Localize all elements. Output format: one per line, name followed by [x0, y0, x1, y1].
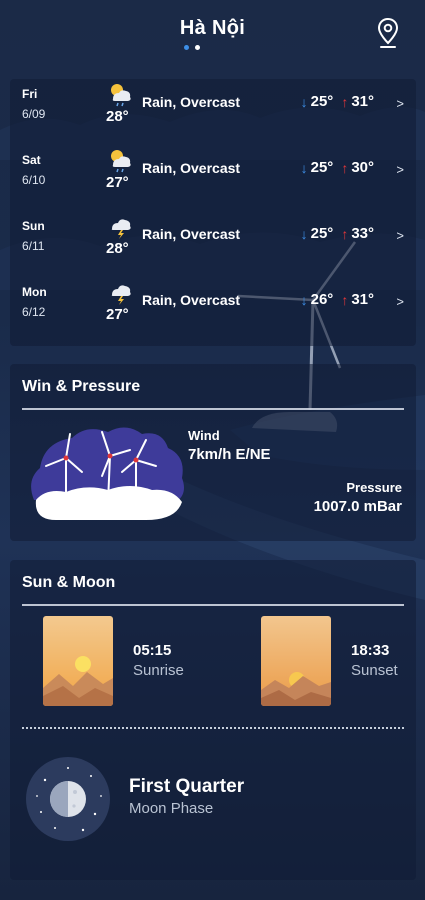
city-name[interactable]: Hà Nội — [0, 17, 425, 40]
forecast-range: ↓ 25° ↑ 31° — [301, 93, 398, 110]
forecast-low: 25° — [310, 225, 334, 242]
chevron-right-icon: > — [396, 96, 404, 111]
page-indicator — [184, 45, 200, 50]
forecast-temp: 28° — [106, 240, 129, 257]
sunrise-time: 05:15 — [133, 642, 172, 659]
forecast-temp: 28° — [106, 108, 129, 125]
sunrise-label: Sunrise — [133, 662, 184, 679]
forecast-condition: Rain, Overcast — [142, 160, 241, 176]
rain-cloud-sun-icon — [111, 84, 131, 107]
sunset-time: 18:33 — [351, 642, 390, 659]
forecast-date: 6/12 — [22, 305, 46, 319]
forecast-condition: Rain, Overcast — [142, 226, 241, 242]
forecast-low: 26° — [310, 291, 334, 308]
forecast-high: 33° — [351, 225, 374, 242]
dotted-divider — [22, 727, 404, 729]
forecast-range: ↓ 25° ↑ 33° — [301, 225, 398, 242]
forecast-range: ↓ 25° ↑ 30° — [301, 159, 398, 176]
forecast-day: Sun — [22, 219, 45, 233]
app-header: Hà Nội — [0, 0, 425, 62]
forecast-date: 6/11 — [22, 239, 45, 253]
forecast-row[interactable]: Mon 6/12 27° Rain, Overcast ↓ 26° ↑ 31° … — [10, 277, 416, 343]
forecast-date: 6/10 — [22, 173, 46, 187]
section-title: Win & Pressure — [22, 378, 141, 395]
sunrise-illustration — [43, 616, 113, 706]
forecast-row[interactable]: Sat 6/10 27° Rain, Overcast ↓ 25° ↑ 30° … — [10, 145, 416, 211]
section-title: Sun & Moon — [22, 574, 116, 591]
thunder-cloud-icon — [111, 285, 131, 305]
forecast-condition: Rain, Overcast — [142, 292, 241, 308]
section-divider — [22, 604, 404, 606]
sunset-label: Sunset — [351, 662, 398, 679]
chevron-right-icon: > — [396, 162, 404, 177]
forecast-date: 6/09 — [22, 107, 46, 121]
arrow-down-icon: ↓ — [300, 93, 308, 110]
pressure-label: Pressure — [346, 480, 402, 495]
forecast-low: 25° — [310, 93, 334, 110]
wind-pressure-card: Win & Pressure Wind 7km/h E/NE Pressure … — [10, 364, 416, 541]
forecast-day: Fri — [22, 87, 38, 101]
forecast-high: 31° — [351, 93, 374, 110]
arrow-down-icon: ↓ — [300, 291, 308, 308]
section-divider — [22, 408, 404, 410]
sunset-illustration — [261, 616, 331, 706]
wind-value: 7km/h E/NE — [188, 446, 271, 463]
forecast-range: ↓ 26° ↑ 31° — [301, 291, 398, 308]
forecast-condition: Rain, Overcast — [142, 94, 241, 110]
moon-phase-label: Moon Phase — [129, 800, 214, 817]
daily-forecast-card: Fri 6/09 28° Rain, Overcast ↓ 25° ↑ 31° … — [10, 79, 416, 346]
thunder-cloud-icon — [111, 219, 131, 239]
arrow-down-icon: ↓ — [300, 225, 308, 242]
page-dot[interactable] — [195, 45, 200, 50]
arrow-up-icon: ↑ — [341, 159, 349, 176]
arrow-down-icon: ↓ — [300, 159, 308, 176]
page-dot-active[interactable] — [184, 45, 189, 50]
wind-label: Wind — [188, 428, 220, 443]
chevron-right-icon: > — [396, 294, 404, 309]
forecast-temp: 27° — [106, 174, 129, 191]
rain-cloud-sun-icon — [111, 150, 131, 173]
forecast-low: 25° — [310, 159, 334, 176]
forecast-temp: 27° — [106, 306, 129, 323]
arrow-up-icon: ↑ — [341, 291, 349, 308]
forecast-high: 30° — [351, 159, 374, 176]
moon-phase-icon — [26, 757, 110, 841]
forecast-row[interactable]: Fri 6/09 28° Rain, Overcast ↓ 25° ↑ 31° … — [10, 79, 416, 145]
arrow-up-icon: ↑ — [341, 225, 349, 242]
sun-moon-card: Sun & Moon 05:15 Sunrise 18:33 Sunset Fi… — [10, 560, 416, 880]
forecast-day: Sat — [22, 153, 41, 167]
moon-phase-name: First Quarter — [129, 776, 245, 797]
arrow-up-icon: ↑ — [341, 93, 349, 110]
forecast-high: 31° — [351, 291, 374, 308]
wind-turbines-illustration — [31, 427, 184, 520]
location-pin-icon[interactable] — [374, 16, 402, 50]
chevron-right-icon: > — [396, 228, 404, 243]
forecast-row[interactable]: Sun 6/11 28° Rain, Overcast ↓ 25° ↑ 33° … — [10, 211, 416, 277]
forecast-day: Mon — [22, 285, 47, 299]
pressure-value: 1007.0 mBar — [313, 498, 402, 515]
